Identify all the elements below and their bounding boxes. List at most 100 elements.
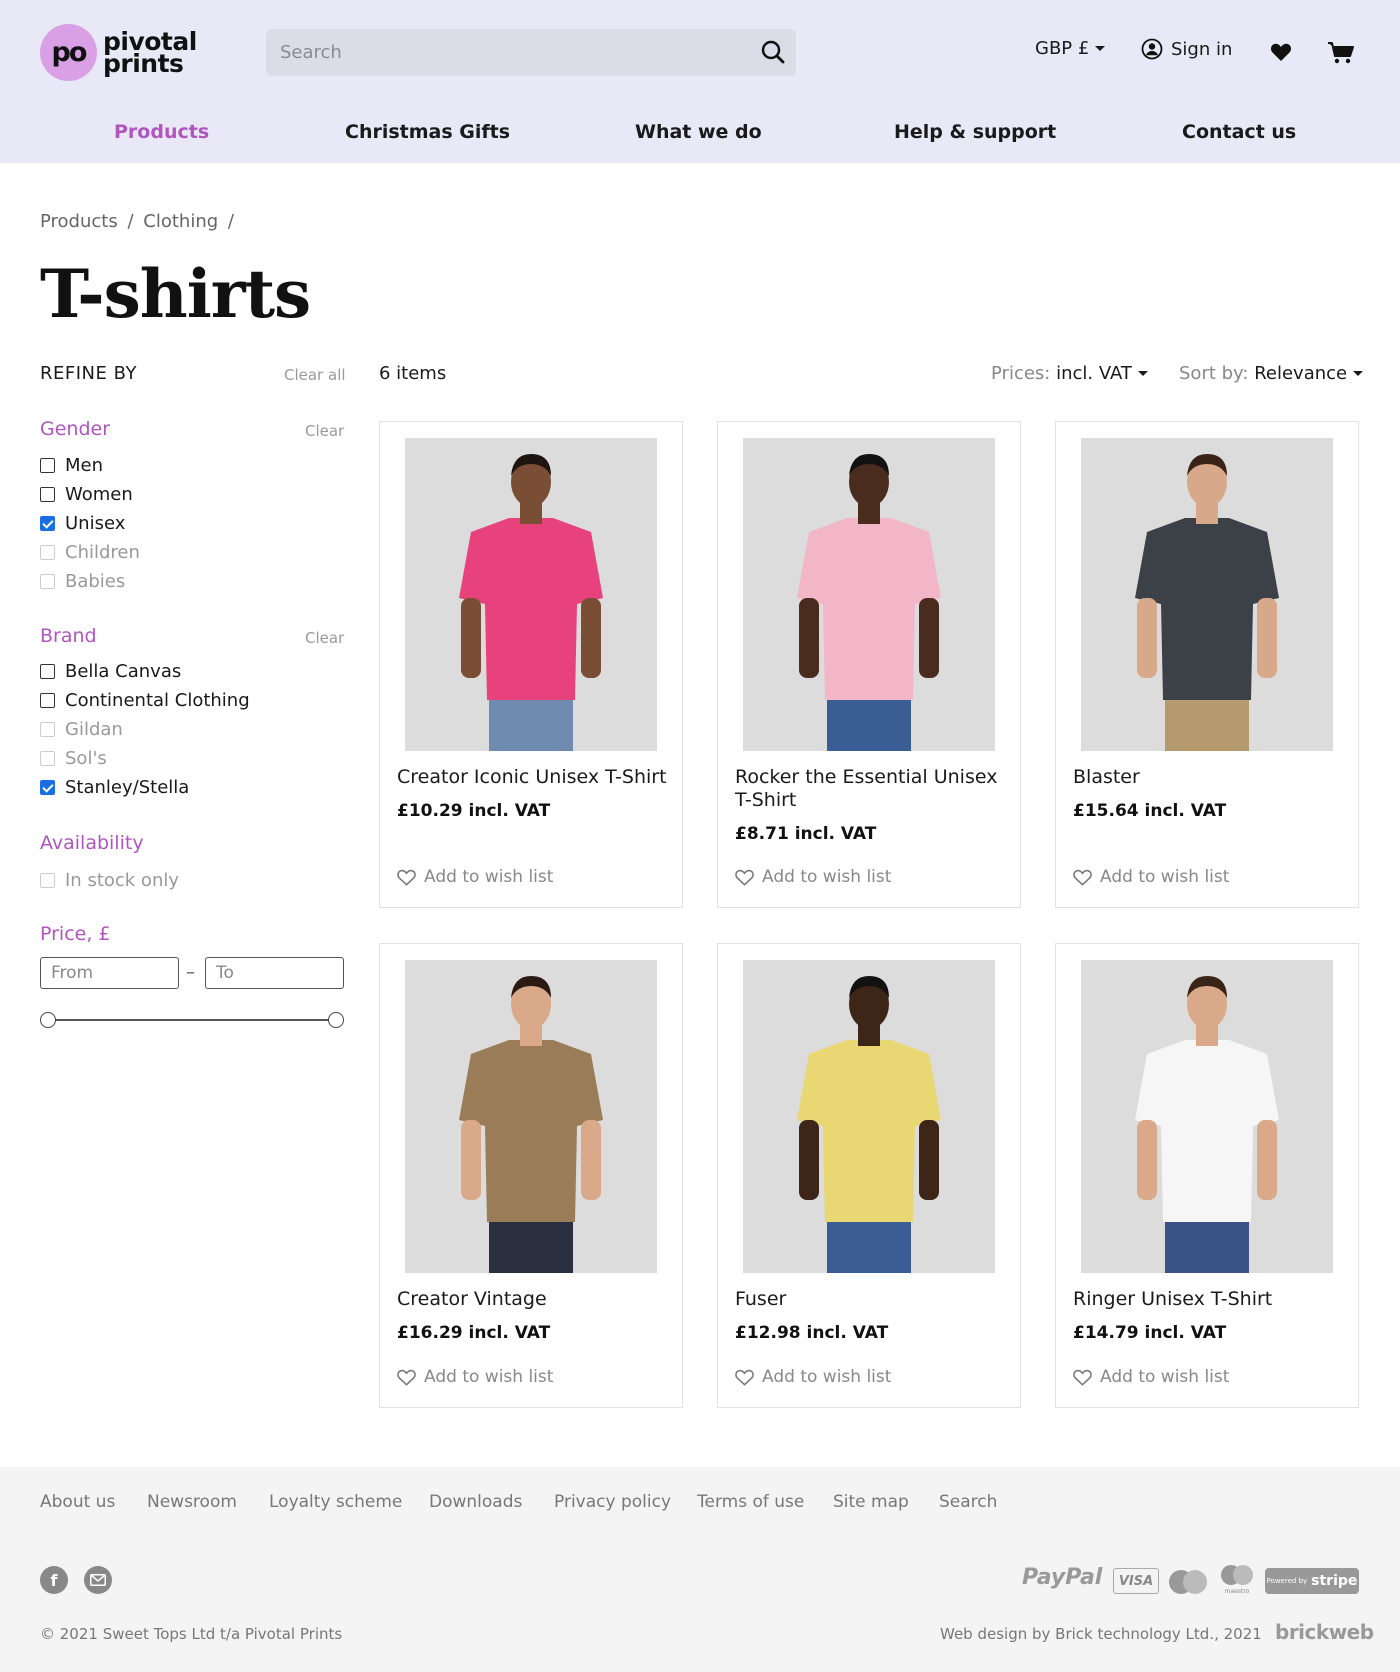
results-count: 6 items bbox=[379, 363, 447, 384]
clear-all-link[interactable]: Clear all bbox=[284, 366, 346, 384]
product-image[interactable] bbox=[1081, 960, 1333, 1273]
nav-contact-us[interactable]: Contact us bbox=[1182, 121, 1296, 143]
prices-vat-selector[interactable]: Prices: incl. VAT bbox=[991, 363, 1148, 384]
gender-clear-link[interactable]: Clear bbox=[305, 422, 344, 440]
filter-gender-babies: Babies bbox=[40, 571, 125, 592]
footer-terms-of-use[interactable]: Terms of use bbox=[697, 1492, 804, 1512]
nav-products[interactable]: Products bbox=[114, 121, 209, 143]
breadcrumb-separator: / bbox=[127, 211, 134, 232]
checkbox bbox=[40, 751, 55, 766]
footer-loyalty-scheme[interactable]: Loyalty scheme bbox=[269, 1492, 402, 1512]
nav-what-we-do[interactable]: What we do bbox=[635, 121, 762, 143]
price-from-input[interactable] bbox=[40, 957, 179, 989]
filter-gender-women[interactable]: Women bbox=[40, 484, 133, 505]
price-slider-max-handle[interactable] bbox=[328, 1012, 344, 1028]
sign-in-link[interactable]: Sign in bbox=[1141, 38, 1232, 60]
footer-site-map[interactable]: Site map bbox=[833, 1492, 909, 1512]
filter-brand-continental[interactable]: Continental Clothing bbox=[40, 690, 250, 711]
nav-christmas-gifts[interactable]: Christmas Gifts bbox=[345, 121, 510, 143]
add-to-wish-list-button[interactable]: Add to wish list bbox=[1073, 1367, 1229, 1387]
add-to-wish-list-button[interactable]: Add to wish list bbox=[735, 867, 891, 887]
add-to-wish-list-button[interactable]: Add to wish list bbox=[397, 867, 553, 887]
filter-gender-men[interactable]: Men bbox=[40, 455, 103, 476]
user-icon bbox=[1141, 38, 1163, 60]
email-icon[interactable] bbox=[84, 1566, 112, 1594]
facet-availability-title[interactable]: Availability bbox=[40, 832, 144, 854]
filter-in-stock-only: In stock only bbox=[40, 870, 179, 891]
option-label: Babies bbox=[65, 571, 126, 592]
search-input[interactable] bbox=[280, 29, 740, 76]
filter-gender-children: Children bbox=[40, 542, 140, 563]
search-icon[interactable] bbox=[760, 39, 786, 65]
product-name[interactable]: Fuser bbox=[735, 1288, 1010, 1311]
product-card[interactable]: Rocker the Essential Unisex T-Shirt £8.71… bbox=[717, 421, 1021, 908]
product-name[interactable]: Ringer Unisex T-Shirt bbox=[1073, 1288, 1348, 1311]
product-card[interactable]: Fuser £12.98 incl. VAT Add to wish list bbox=[717, 943, 1021, 1408]
filter-gender-unisex[interactable]: Unisex bbox=[40, 513, 125, 534]
product-name[interactable]: Blaster bbox=[1073, 766, 1348, 789]
brickweb-logo[interactable]: brickweb bbox=[1275, 1620, 1374, 1644]
facet-price-title[interactable]: Price, £ bbox=[40, 923, 111, 945]
add-to-wish-list-button[interactable]: Add to wish list bbox=[397, 1367, 553, 1387]
brand-clear-link[interactable]: Clear bbox=[305, 629, 344, 647]
facet-brand-title[interactable]: Brand bbox=[40, 625, 97, 647]
copyright: © 2021 Sweet Tops Ltd t/a Pivotal Prints bbox=[40, 1625, 343, 1643]
option-label: Continental Clothing bbox=[65, 690, 250, 711]
price-to-input[interactable] bbox=[205, 957, 344, 989]
checkbox[interactable] bbox=[40, 664, 55, 679]
option-label: Unisex bbox=[65, 513, 126, 534]
product-card[interactable]: Creator Vintage £16.29 incl. VAT Add to wi… bbox=[379, 943, 683, 1408]
product-image[interactable] bbox=[743, 960, 995, 1273]
add-to-wish-list-button[interactable]: Add to wish list bbox=[735, 1367, 891, 1387]
facebook-icon[interactable]: f bbox=[40, 1566, 68, 1594]
add-to-wish-list-button[interactable]: Add to wish list bbox=[1073, 867, 1229, 887]
footer-downloads[interactable]: Downloads bbox=[429, 1492, 522, 1512]
breadcrumb-products[interactable]: Products bbox=[40, 211, 118, 232]
footer-privacy-policy[interactable]: Privacy policy bbox=[554, 1492, 671, 1512]
cart-icon[interactable] bbox=[1327, 41, 1355, 65]
breadcrumb-clothing[interactable]: Clothing bbox=[143, 211, 218, 232]
search-bar bbox=[266, 29, 796, 76]
page-title: T-shirts bbox=[40, 255, 311, 333]
product-name[interactable]: Rocker the Essential Unisex T-Shirt bbox=[735, 766, 1010, 812]
checkbox-checked[interactable] bbox=[40, 780, 55, 795]
footer-search[interactable]: Search bbox=[939, 1492, 997, 1512]
option-label: Men bbox=[65, 455, 104, 476]
product-card[interactable]: Blaster £15.64 incl. VAT Add to wish list bbox=[1055, 421, 1359, 908]
option-label: Women bbox=[65, 484, 133, 505]
nav-help-support[interactable]: Help & support bbox=[894, 121, 1056, 143]
footer-newsroom[interactable]: Newsroom bbox=[147, 1492, 237, 1512]
price-slider-min-handle[interactable] bbox=[40, 1012, 56, 1028]
price-slider-track[interactable] bbox=[48, 1019, 336, 1021]
heart-outline-icon bbox=[1073, 869, 1092, 886]
mastercard-logo bbox=[1169, 1570, 1207, 1594]
product-image[interactable] bbox=[405, 960, 657, 1273]
checkbox[interactable] bbox=[40, 458, 55, 473]
heart-icon[interactable] bbox=[1270, 42, 1292, 62]
filter-brand-gildan: Gildan bbox=[40, 719, 123, 740]
product-card[interactable]: Creator Iconic Unisex T-Shirt £10.29 incl… bbox=[379, 421, 683, 908]
maestro-label: maestro bbox=[1224, 1588, 1250, 1595]
product-price: £15.64 incl. VAT bbox=[1073, 801, 1227, 821]
product-name[interactable]: Creator Iconic Unisex T-Shirt bbox=[397, 766, 672, 789]
sort-value: Relevance bbox=[1254, 363, 1348, 384]
checkbox[interactable] bbox=[40, 487, 55, 502]
product-card[interactable]: Ringer Unisex T-Shirt £14.79 incl. VAT Add… bbox=[1055, 943, 1359, 1408]
facet-gender-title[interactable]: Gender bbox=[40, 418, 110, 440]
logo[interactable]: po pivotal prints bbox=[40, 24, 197, 81]
checkbox[interactable] bbox=[40, 693, 55, 708]
product-image[interactable] bbox=[405, 438, 657, 751]
wish-label: Add to wish list bbox=[1100, 867, 1230, 887]
product-name[interactable]: Creator Vintage bbox=[397, 1288, 672, 1311]
footer-about-us[interactable]: About us bbox=[40, 1492, 115, 1512]
product-image[interactable] bbox=[743, 438, 995, 751]
currency-selector[interactable]: GBP £ bbox=[1035, 38, 1106, 59]
option-label: Stanley/Stella bbox=[65, 777, 190, 798]
filter-brand-stanley-stella[interactable]: Stanley/Stella bbox=[40, 777, 189, 798]
option-label: Children bbox=[65, 542, 140, 563]
sort-selector[interactable]: Sort by: Relevance bbox=[1179, 363, 1364, 384]
product-price: £16.29 incl. VAT bbox=[397, 1323, 551, 1343]
filter-brand-bella-canvas[interactable]: Bella Canvas bbox=[40, 661, 181, 682]
product-image[interactable] bbox=[1081, 438, 1333, 751]
checkbox-checked[interactable] bbox=[40, 516, 55, 531]
